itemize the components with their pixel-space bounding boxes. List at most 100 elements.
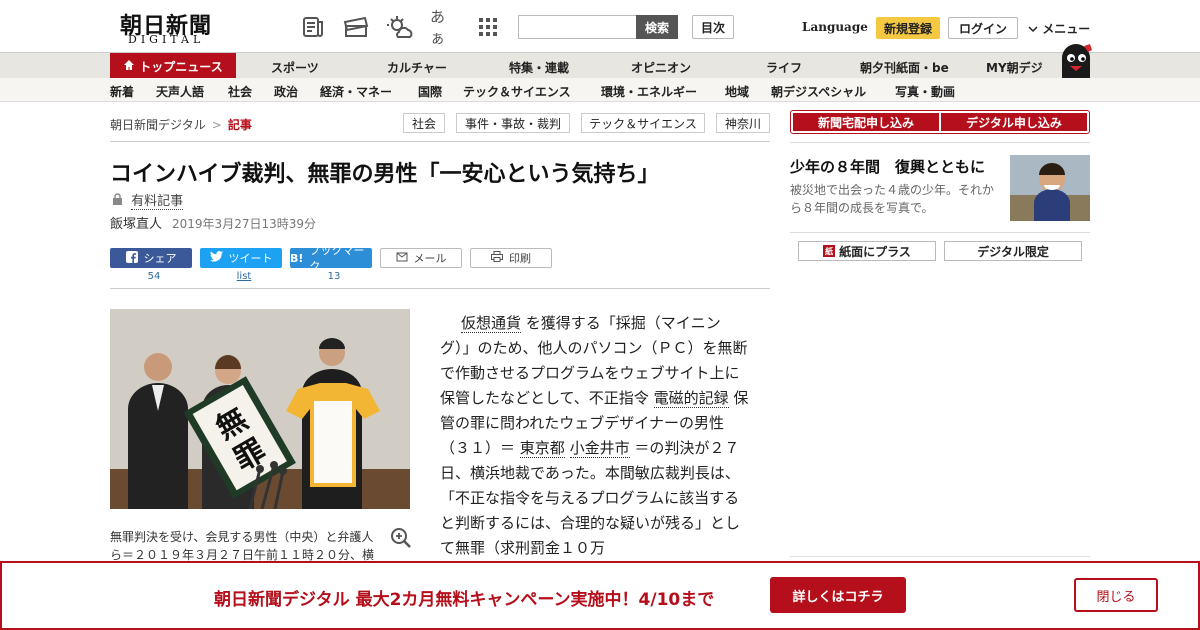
font-size-icon[interactable]: あぁ [430,8,458,47]
login-button[interactable]: ログイン [948,17,1018,39]
font-size-label: あぁ [430,8,446,47]
nav2-item-environment[interactable]: 環境・エネルギー [601,83,697,100]
nav-item-culture[interactable]: カルチャー [387,59,447,76]
paper-plus-label: 紙面にプラス [839,244,911,259]
facebook-label: シェア [143,252,177,265]
publish-date: 2019年3月27日13時39分 [172,217,316,231]
hatena-count: 13 [327,271,341,282]
article-photo[interactable]: 無 罪 [110,309,410,509]
digital-only-button[interactable]: デジタル限定 [944,241,1082,261]
nav-item-features[interactable]: 特集・連載 [509,59,569,76]
tag-incident[interactable]: 事件・事故・裁判 [456,113,570,133]
nav2-item-economy[interactable]: 経済・マネー [320,83,392,100]
signup-button[interactable]: 新規登録 [876,17,940,39]
twitter-share-button[interactable]: ツイート [200,248,282,268]
toc-button[interactable]: 目次 [692,15,734,39]
byline: 飯塚直人 2019年3月27日13時39分 [110,213,316,232]
newspaper-icon[interactable] [300,14,328,40]
paid-article-badge[interactable]: 有料記事 [112,190,184,210]
article-title: コインハイブ裁判、無罪の男性「一安心という気持ち」 [110,162,660,187]
secondary-nav: 新着 天声人語 社会 政治 経済・マネー 国際 テック＆サイエンス 環境・エネル… [0,78,1200,102]
mascot-icon[interactable] [1056,44,1096,78]
paper-plus-button[interactable]: 紙 紙面にプラス [798,241,936,261]
nav-item-sports[interactable]: スポーツ [271,59,319,76]
nav-item-paper[interactable]: 朝夕刊紙面・be [860,59,949,76]
language-link[interactable]: Language [802,20,868,34]
facebook-share-button[interactable]: シェア [110,248,192,268]
nav2-item-politics[interactable]: 政治 [274,83,298,100]
tag-tech[interactable]: テック＆サイエンス [581,113,705,133]
keyword-link[interactable]: 小金井市 [569,439,630,458]
article-body: 仮想通貨 を獲得する「採掘（マイニング）」のため、他人のパソコン（ＰＣ）を無断で… [440,311,750,561]
breadcrumb: 朝日新聞デジタル > 記事 [110,116,252,133]
ticket-icon[interactable] [342,14,370,40]
promo-description: 被災地で出会った４歳の少年。それから８年間の成長を写真で。 [790,183,995,215]
promo-photo[interactable] [1010,155,1090,221]
weather-icon[interactable] [386,14,414,40]
nav2-item-special[interactable]: 朝デジスペシャル [771,83,866,100]
breadcrumb-separator: > [211,118,222,132]
nav-item-my-asahi[interactable]: MY朝デジ [986,59,1043,76]
keyword-link[interactable]: 電磁的記録 [653,389,729,408]
nav2-item-region[interactable]: 地域 [725,83,749,100]
twitter-count-link[interactable]: list [203,271,285,282]
breadcrumb-current: 記事 [227,118,252,132]
keyword-link[interactable]: 東京都 [519,439,565,458]
nav2-item-society[interactable]: 社会 [228,83,252,100]
chevron-down-icon [1028,22,1042,36]
hatena-icon: B! [290,251,304,265]
mail-label: メール [413,252,447,265]
nav2-item-tech[interactable]: テック＆サイエンス [463,83,571,100]
divider [110,288,770,289]
keyword-link[interactable]: 仮想通貨 [461,314,522,333]
campaign-details-button[interactable]: 詳しくはコチラ [770,577,906,613]
tag-kanagawa[interactable]: 神奈川 [716,113,770,133]
apps-grid-icon[interactable] [474,14,502,40]
menu-label: メニュー [1042,22,1091,36]
logo-subtext: DIGITAL [128,33,205,46]
breadcrumb-home[interactable]: 朝日新聞デジタル [110,118,206,132]
divider [110,141,770,142]
promo-title[interactable]: 少年の８年間 復興とともに [790,156,985,177]
newspaper-subscribe-button[interactable]: 新聞宅配申し込み [793,113,939,131]
mail-icon [396,252,408,265]
banner-close-button[interactable]: 閉じる [1074,578,1158,612]
print-button[interactable]: 印刷 [470,248,552,268]
digital-subscribe-button[interactable]: デジタル申し込み [941,113,1087,131]
author-name: 飯塚直人 [110,217,163,232]
facebook-count: 54 [147,271,161,282]
twitter-icon [209,251,223,265]
tag-society[interactable]: 社会 [403,113,445,133]
paper-plus-icon: 紙 [823,245,836,257]
hatena-label: ブックマーク [309,244,365,273]
primary-nav: トップニュース スポーツ カルチャー 特集・連載 オピニオン ライフ 朝夕刊紙面… [0,52,1200,79]
lock-icon [112,193,127,209]
campaign-banner: 朝日新聞デジタル 最大2カ月無料キャンペーン実施中！4/10まで 詳しくはコチラ… [0,561,1200,630]
nav-item-life[interactable]: ライフ [766,59,802,76]
nav-item-top-news[interactable]: トップニュース [110,53,236,79]
campaign-text: 朝日新聞デジタル 最大2カ月無料キャンペーン実施中！4/10まで [214,590,715,610]
nav2-item-international[interactable]: 国際 [418,83,442,100]
photo-caption: 無罪判決を受け、会見する男性（中央）と弁護人ら＝２０１９年３月２７日午前１１時２… [110,530,375,562]
divider [790,232,1090,233]
divider [790,556,1090,557]
zoom-icon[interactable] [390,527,412,549]
search-button[interactable]: 検索 [636,15,678,39]
print-label: 印刷 [509,252,531,265]
twitter-label: ツイート [228,252,273,265]
nav2-item-latest[interactable]: 新着 [110,83,134,100]
nav2-item-photo[interactable]: 写真・動画 [895,83,955,100]
site-logo[interactable]: 朝日新聞 DIGITAL [116,8,228,46]
divider [790,142,1090,143]
menu-button[interactable]: メニュー [1028,20,1090,37]
paid-article-label: 有料記事 [131,194,184,210]
nav-item-opinion[interactable]: オピニオン [631,59,691,76]
site-header: 朝日新聞 DIGITAL あぁ 検索 目次 Language 新規登録 ログイン… [0,0,1200,52]
nav2-item-tenseijingo[interactable]: 天声人語 [156,83,204,100]
body-text [565,439,570,457]
facebook-icon [125,250,138,266]
mail-button[interactable]: メール [380,248,462,268]
search-input[interactable] [518,15,638,39]
print-icon [491,251,503,265]
hatena-bookmark-button[interactable]: B! ブックマーク [290,244,372,273]
